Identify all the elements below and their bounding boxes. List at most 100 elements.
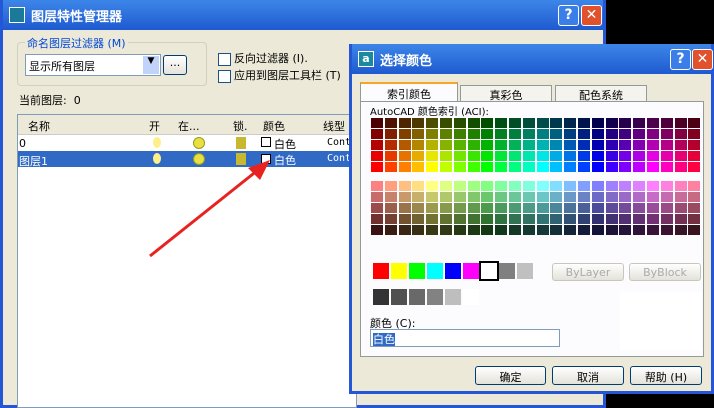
color-cell[interactable]: [412, 181, 425, 191]
color-cell[interactable]: [495, 214, 508, 224]
color-cell[interactable]: [384, 129, 397, 139]
color-cell[interactable]: [426, 181, 439, 191]
color-cell[interactable]: [384, 151, 397, 161]
color-cell[interactable]: [495, 140, 508, 150]
color-cell[interactable]: [522, 214, 535, 224]
standard-color-swatch[interactable]: [391, 263, 407, 279]
color-cell[interactable]: [398, 225, 411, 235]
color-cell[interactable]: [688, 192, 701, 202]
standard-color-swatch[interactable]: [463, 263, 479, 279]
color-cell[interactable]: [467, 181, 480, 191]
color-cell[interactable]: [371, 214, 383, 224]
color-cell[interactable]: [633, 162, 646, 172]
color-cell[interactable]: [384, 203, 397, 213]
color-cell[interactable]: [550, 140, 563, 150]
color-cell[interactable]: [384, 214, 397, 224]
color-cell[interactable]: [660, 140, 673, 150]
color-cell[interactable]: [481, 118, 494, 128]
tab-index-color[interactable]: 索引颜色: [360, 82, 458, 102]
color-cell[interactable]: [688, 181, 701, 191]
color-cell[interactable]: [660, 129, 673, 139]
color-cell[interactable]: [688, 162, 701, 172]
color-cell[interactable]: [591, 140, 604, 150]
color-cell[interactable]: [495, 118, 508, 128]
color-cell[interactable]: [453, 192, 466, 202]
color-cell[interactable]: [398, 129, 411, 139]
color-cell[interactable]: [440, 192, 452, 202]
color-cell[interactable]: [564, 162, 577, 172]
gray-color-swatch[interactable]: [445, 289, 461, 305]
color-cell[interactable]: [398, 140, 411, 150]
color-cell[interactable]: [495, 203, 508, 213]
color-cell[interactable]: [578, 140, 590, 150]
color-cell[interactable]: [412, 140, 425, 150]
color-cell[interactable]: [619, 140, 632, 150]
color-cell[interactable]: [440, 162, 452, 172]
color-cell[interactable]: [522, 181, 535, 191]
color-cell[interactable]: [426, 129, 439, 139]
color-cell[interactable]: [495, 225, 508, 235]
color-cell[interactable]: [633, 129, 646, 139]
color-cell[interactable]: [536, 129, 549, 139]
color-cell[interactable]: [578, 225, 590, 235]
color-cell[interactable]: [467, 192, 480, 202]
color-cell[interactable]: [660, 203, 673, 213]
color-cell[interactable]: [578, 181, 590, 191]
color-cell[interactable]: [688, 214, 701, 224]
color-cell[interactable]: [412, 162, 425, 172]
color-cell[interactable]: [578, 118, 590, 128]
color-cell[interactable]: [647, 225, 659, 235]
color-cell[interactable]: [674, 181, 687, 191]
color-cell[interactable]: [633, 225, 646, 235]
color-cell[interactable]: [509, 140, 521, 150]
color-cell[interactable]: [371, 225, 383, 235]
color-cell[interactable]: [633, 151, 646, 161]
color-cell[interactable]: [564, 151, 577, 161]
color-cell[interactable]: [633, 181, 646, 191]
color-cell[interactable]: [619, 162, 632, 172]
color-cell[interactable]: [426, 151, 439, 161]
color-cell[interactable]: [674, 225, 687, 235]
color-cell[interactable]: [674, 118, 687, 128]
color-cell[interactable]: [426, 118, 439, 128]
color-cell[interactable]: [467, 162, 480, 172]
color-cell[interactable]: [426, 225, 439, 235]
help-button[interactable]: 帮助 (H): [630, 366, 702, 385]
color-cell[interactable]: [619, 214, 632, 224]
color-cell[interactable]: [688, 203, 701, 213]
color-cell[interactable]: [605, 203, 618, 213]
color-cell[interactable]: [440, 140, 452, 150]
close-icon[interactable]: ✕: [692, 49, 713, 70]
color-cell[interactable]: [564, 181, 577, 191]
color-cell[interactable]: [467, 225, 480, 235]
color-cell[interactable]: [633, 214, 646, 224]
color-cell[interactable]: [619, 225, 632, 235]
color-cell[interactable]: [674, 192, 687, 202]
standard-color-swatch[interactable]: [499, 263, 515, 279]
color-cell[interactable]: [412, 214, 425, 224]
color-cell[interactable]: [453, 140, 466, 150]
color-cell[interactable]: [674, 140, 687, 150]
color-cell[interactable]: [660, 192, 673, 202]
color-cell[interactable]: [440, 214, 452, 224]
color-cell[interactable]: [619, 118, 632, 128]
color-cell[interactable]: [522, 140, 535, 150]
color-cell[interactable]: [536, 151, 549, 161]
color-cell[interactable]: [412, 118, 425, 128]
color-cell[interactable]: [536, 181, 549, 191]
color-cell[interactable]: [564, 140, 577, 150]
color-cell[interactable]: [384, 181, 397, 191]
color-cell[interactable]: [660, 162, 673, 172]
color-cell[interactable]: [591, 225, 604, 235]
standard-color-swatch[interactable]: [427, 263, 443, 279]
color-cell[interactable]: [550, 151, 563, 161]
color-cell[interactable]: [371, 151, 383, 161]
color-cell[interactable]: [495, 129, 508, 139]
gray-color-swatch[interactable]: [427, 289, 443, 305]
color-cell[interactable]: [564, 225, 577, 235]
color-cell[interactable]: [398, 118, 411, 128]
color-cell[interactable]: [412, 151, 425, 161]
color-cell[interactable]: [398, 181, 411, 191]
color-cell[interactable]: [536, 203, 549, 213]
color-cell[interactable]: [426, 214, 439, 224]
